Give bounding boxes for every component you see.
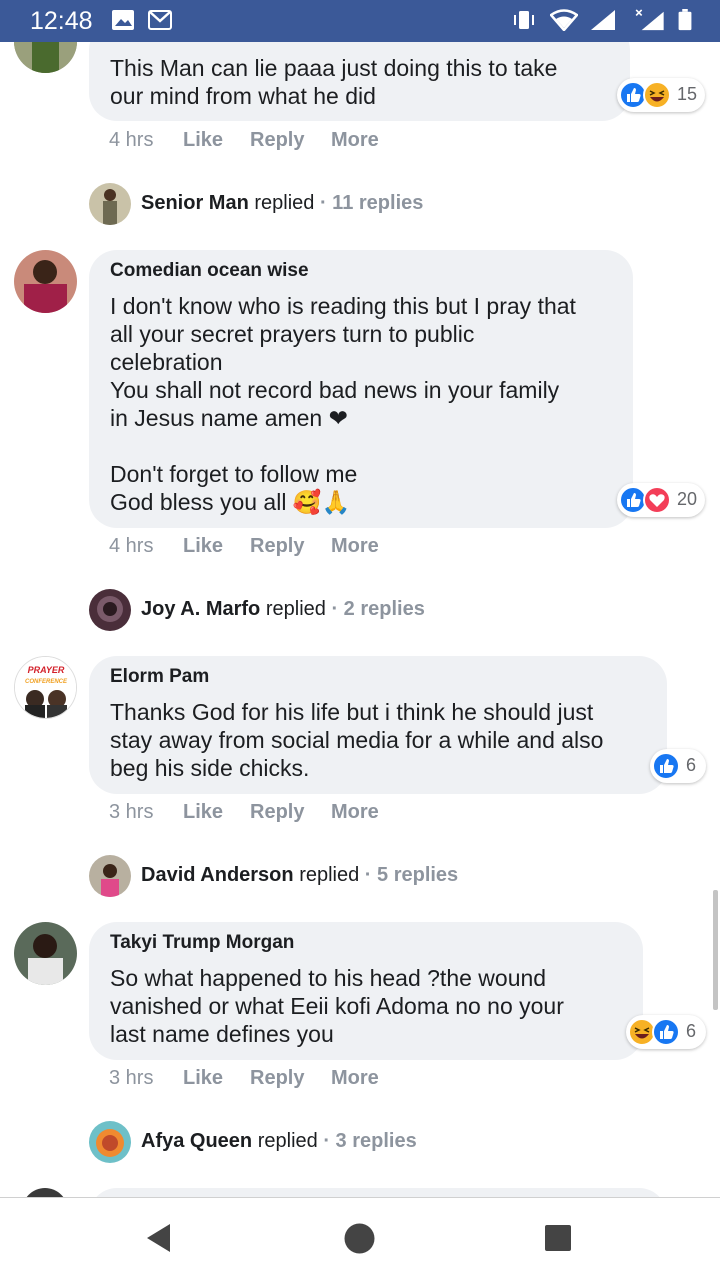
replied-label: replied — [299, 864, 360, 886]
cell-signal-icon — [591, 10, 615, 30]
view-replies-row[interactable]: David Anderson replied · 5 replies — [89, 855, 489, 897]
more-button[interactable]: More — [331, 535, 379, 558]
more-button[interactable]: More — [331, 129, 379, 152]
reaction-summary[interactable]: 6 — [626, 1015, 706, 1049]
replier-avatar — [89, 1121, 131, 1163]
comment-author[interactable]: Elorm Pam — [110, 666, 209, 688]
view-replies-row[interactable]: Afya Queen replied · 3 replies — [89, 1121, 489, 1163]
avatar-badge-line1: PRAYER — [28, 665, 65, 675]
avatar-badge-line2: CONFERENCE — [25, 679, 68, 685]
replied-label: replied — [254, 192, 315, 214]
comment-author[interactable]: Takyi Trump Morgan — [110, 932, 294, 954]
like-reaction-icon — [652, 1018, 680, 1046]
comment-text: This Man can lie paaa just doing this to… — [110, 55, 558, 109]
reaction-summary[interactable]: 20 — [617, 483, 705, 517]
reaction-summary[interactable]: 15 — [617, 78, 705, 112]
more-button[interactable]: More — [331, 1067, 379, 1090]
comment-author[interactable]: Comedian ocean wise — [110, 260, 309, 282]
replier-avatar — [89, 183, 131, 225]
commenter-avatar[interactable]: PRAYER CONFERENCE — [14, 656, 77, 719]
vibrate-icon — [514, 11, 534, 29]
home-icon[interactable] — [343, 1222, 376, 1255]
status-time: 12:48 — [30, 7, 93, 35]
wifi-icon — [550, 9, 578, 31]
replier-name: Joy A. Marfo — [141, 598, 261, 620]
reaction-count: 15 — [677, 84, 698, 104]
reply-button[interactable]: Reply — [250, 1067, 304, 1090]
view-replies-row[interactable]: Joy A. Marfo replied · 2 replies — [89, 589, 489, 631]
view-replies-row[interactable]: Senior Man replied · 11 replies — [89, 183, 489, 225]
reaction-summary[interactable]: 6 — [650, 749, 706, 783]
like-button[interactable]: Like — [183, 801, 223, 824]
reply-count: · 5 replies — [364, 864, 459, 886]
back-icon[interactable] — [144, 1222, 174, 1254]
comment-time: 4 hrs — [109, 535, 154, 557]
reaction-count: 6 — [686, 755, 697, 775]
recents-icon[interactable] — [544, 1224, 572, 1252]
reaction-count: 20 — [677, 489, 698, 509]
haha-reaction-icon — [643, 81, 671, 109]
comment-time: 4 hrs — [109, 129, 154, 151]
more-button[interactable]: More — [331, 801, 379, 824]
battery-icon — [678, 9, 692, 31]
cell-signal-no-data-icon — [635, 9, 664, 31]
replier-avatar — [89, 589, 131, 631]
commenter-avatar[interactable] — [14, 922, 77, 985]
love-reaction-icon — [643, 486, 671, 514]
comment-bubble[interactable] — [89, 1188, 667, 1197]
reply-button[interactable]: Reply — [250, 129, 304, 152]
image-notification-icon — [112, 10, 134, 30]
replied-label: replied — [265, 598, 326, 620]
reply-count: · 2 replies — [331, 598, 425, 620]
commenter-avatar[interactable] — [22, 1188, 68, 1197]
comment-text: So what happened to his head ?the wound … — [110, 965, 564, 1047]
comments-feed[interactable]: This Man can lie paaa just doing this to… — [0, 42, 720, 1197]
comment-bubble[interactable]: This Man can lie paaa just doing this to… — [89, 42, 630, 121]
like-button[interactable]: Like — [183, 1067, 223, 1090]
status-bar: 12:48 — [0, 0, 720, 42]
scrollbar-thumb[interactable] — [713, 890, 718, 1010]
comment-bubble[interactable]: Takyi Trump Morgan So what happened to h… — [89, 922, 643, 1060]
reaction-count: 6 — [686, 1021, 697, 1041]
replier-avatar — [89, 855, 131, 897]
comment-bubble[interactable]: Comedian ocean wise I don't know who is … — [89, 250, 633, 528]
comment-text: I don't know who is reading this but I p… — [110, 293, 576, 515]
commenter-avatar[interactable] — [14, 250, 77, 313]
like-reaction-icon — [652, 752, 680, 780]
reply-count: · 11 replies — [319, 192, 424, 214]
comment-time: 3 hrs — [109, 801, 154, 823]
like-button[interactable]: Like — [183, 129, 223, 152]
android-navigation-bar — [0, 1197, 720, 1280]
replied-label: replied — [257, 1130, 318, 1152]
reply-button[interactable]: Reply — [250, 535, 304, 558]
replier-name: Afya Queen — [141, 1130, 253, 1152]
comment-bubble[interactable]: Elorm Pam Thanks God for his life but i … — [89, 656, 667, 794]
comment-text: Thanks God for his life but i think he s… — [110, 699, 604, 781]
replier-name: David Anderson — [141, 864, 294, 886]
comment-time: 3 hrs — [109, 1067, 154, 1089]
replier-name: Senior Man — [141, 192, 249, 214]
gmail-notification-icon — [148, 10, 172, 30]
reply-count: · 3 replies — [323, 1130, 417, 1152]
reply-button[interactable]: Reply — [250, 801, 304, 824]
commenter-avatar[interactable] — [14, 42, 77, 73]
like-button[interactable]: Like — [183, 535, 223, 558]
